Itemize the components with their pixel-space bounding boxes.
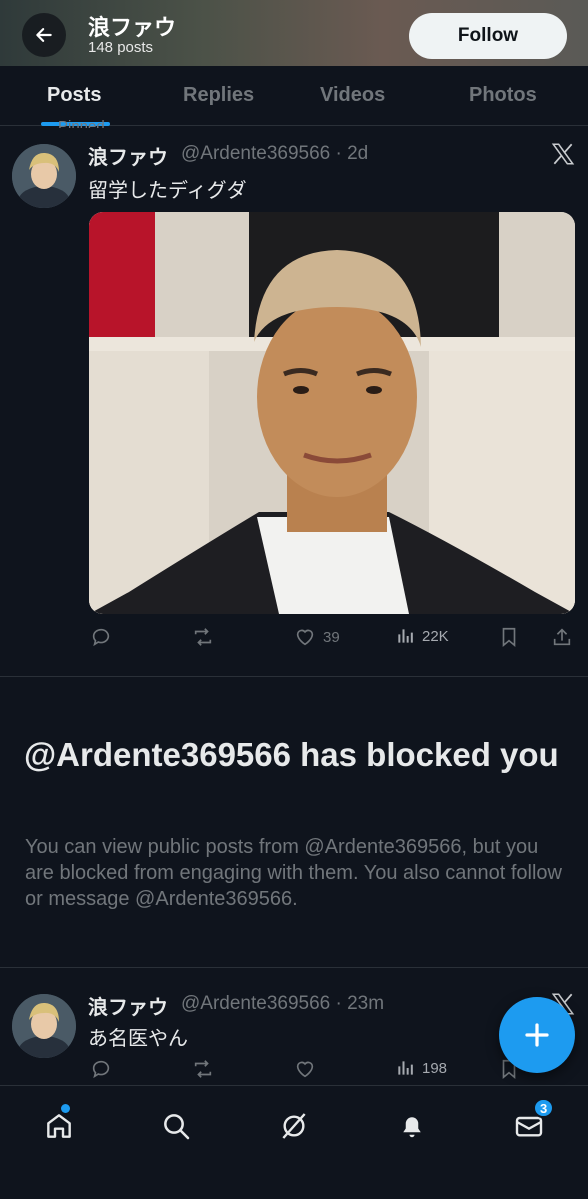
tab-replies[interactable]: Replies xyxy=(183,84,254,107)
tab-posts[interactable]: Posts xyxy=(47,84,101,107)
bookmark-icon xyxy=(502,627,516,648)
tab-photos[interactable]: Photos xyxy=(469,84,537,107)
photo-image xyxy=(89,212,575,614)
bottom-navigation: 3 xyxy=(0,1085,588,1199)
views-icon xyxy=(398,1061,413,1075)
messages-badge: 3 xyxy=(533,1098,555,1118)
profile-tabs: Posts Replies Videos Photos xyxy=(0,66,588,126)
like-icon xyxy=(296,1061,314,1078)
share-icon xyxy=(553,628,571,646)
repost-icon xyxy=(194,1060,212,1078)
views-icon xyxy=(398,629,413,643)
blocked-description: You can view public posts from @Ardente3… xyxy=(25,836,563,910)
blocked-title: @Ardente369566 has blocked you xyxy=(24,736,559,773)
views-button[interactable]: 22K xyxy=(396,626,449,646)
profile-name: 浪ファウ xyxy=(88,15,177,40)
divider xyxy=(0,676,588,677)
like-button[interactable]: 39 xyxy=(293,626,340,648)
post-photo[interactable] xyxy=(89,212,575,614)
post-author-name[interactable]: 浪ファウ xyxy=(88,991,168,1020)
back-arrow-icon xyxy=(36,28,52,42)
post-handle-time: @Ardente369566 · 2d xyxy=(181,143,369,164)
views-button[interactable]: 198 xyxy=(396,1058,447,1078)
avatar-image xyxy=(12,144,76,208)
avatar[interactable] xyxy=(12,144,76,208)
nav-notifications[interactable] xyxy=(390,1104,434,1148)
share-button[interactable] xyxy=(551,626,573,648)
post-text: あ名医やん xyxy=(88,1028,188,1050)
like-icon xyxy=(296,629,314,646)
grok-icon xyxy=(282,1113,306,1139)
follow-button[interactable]: Follow xyxy=(409,13,567,59)
nav-messages[interactable]: 3 xyxy=(507,1098,555,1148)
avatar[interactable] xyxy=(12,994,76,1058)
reply-icon xyxy=(92,1060,110,1079)
like-count: 39 xyxy=(323,628,340,646)
compose-button[interactable] xyxy=(499,997,575,1073)
post-author-name[interactable]: 浪ファウ xyxy=(88,141,168,170)
repost-button[interactable] xyxy=(191,626,215,648)
home-new-dot xyxy=(61,1104,70,1113)
post-handle-time: @Ardente369566 · 23m xyxy=(181,993,385,1014)
nav-grok[interactable] xyxy=(272,1104,316,1148)
home-icon xyxy=(47,1114,71,1138)
pinned-label: Pinned xyxy=(58,118,105,128)
bookmark-button[interactable] xyxy=(498,626,520,648)
post-text: 留学したディグダ xyxy=(88,180,247,202)
nav-home[interactable] xyxy=(37,1104,81,1148)
reply-button[interactable] xyxy=(90,626,112,648)
plus-icon xyxy=(525,1023,549,1047)
post-count: 148 posts xyxy=(88,39,154,56)
view-count: 198 xyxy=(422,1059,448,1077)
tab-videos[interactable]: Videos xyxy=(320,84,385,107)
bell-icon xyxy=(403,1117,421,1138)
divider xyxy=(0,967,588,968)
nav-search[interactable] xyxy=(154,1104,198,1148)
repost-icon xyxy=(194,628,212,646)
back-button[interactable] xyxy=(22,13,66,57)
like-button[interactable] xyxy=(293,1058,317,1080)
reply-button[interactable] xyxy=(90,1058,112,1080)
repost-button[interactable] xyxy=(191,1058,215,1080)
app-screen: 浪ファウ 148 posts Follow Posts Replies Vide… xyxy=(0,0,588,1199)
search-icon xyxy=(164,1114,190,1140)
reply-icon xyxy=(92,628,110,647)
x-logo-icon xyxy=(551,143,575,165)
profile-header: 浪ファウ 148 posts Follow xyxy=(0,0,588,66)
view-count: 22K xyxy=(422,627,449,645)
avatar-image xyxy=(12,994,76,1058)
